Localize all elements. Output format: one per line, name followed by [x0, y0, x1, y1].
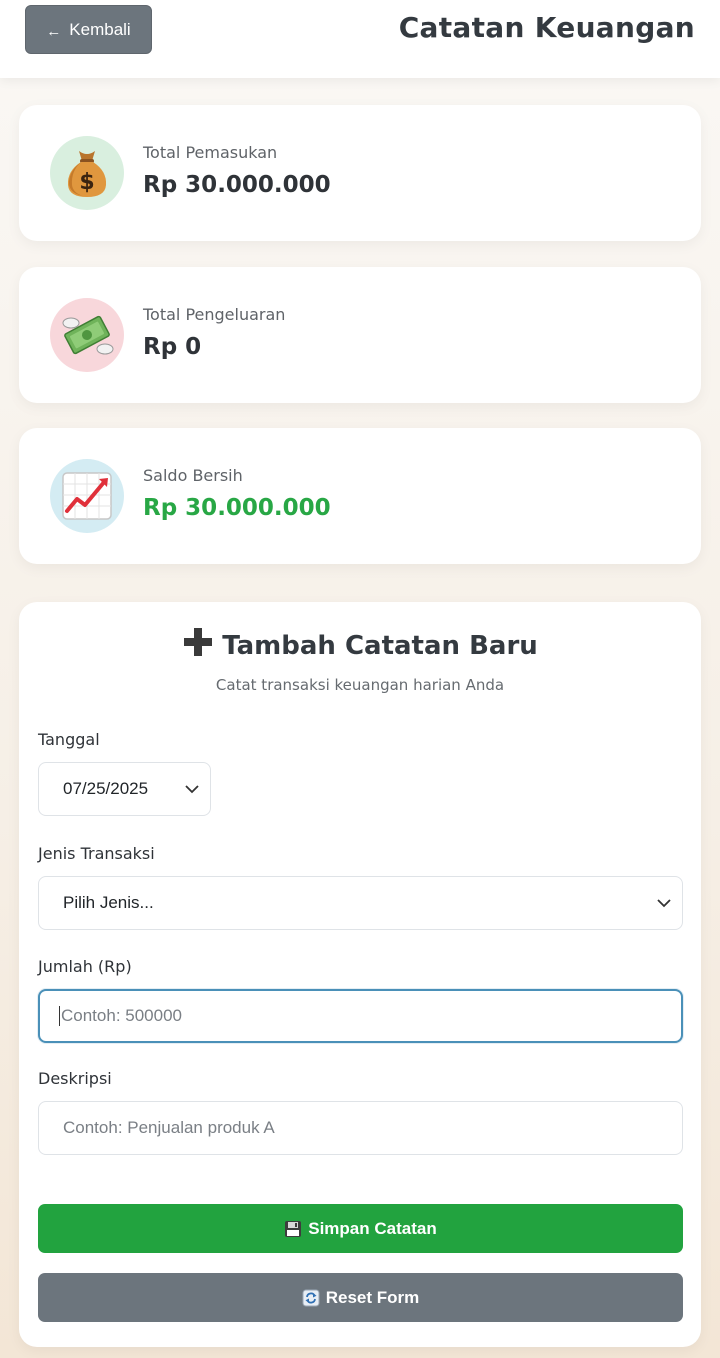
income-summary-card: $ Total Pemasukan Rp 30.000.000: [19, 105, 701, 241]
description-label: Deskripsi: [38, 1069, 112, 1088]
income-value: Rp 30.000.000: [143, 172, 331, 198]
date-value: 07/25/2025: [63, 779, 149, 798]
form-title-row: Tambah Catatan Baru: [19, 626, 701, 665]
transaction-type-label: Jenis Transaksi: [38, 844, 155, 863]
balance-value: Rp 30.000.000: [143, 495, 331, 521]
expense-value: Rp 0: [143, 334, 202, 360]
description-placeholder: Contoh: Penjualan produk A: [63, 1118, 275, 1137]
amount-label: Jumlah (Rp): [38, 957, 132, 976]
reset-button[interactable]: Reset Form: [38, 1273, 683, 1322]
chevron-down-icon: [185, 785, 199, 794]
amount-input[interactable]: Contoh: 500000: [38, 989, 683, 1043]
back-button[interactable]: ← Kembali: [25, 5, 152, 54]
date-input[interactable]: 07/25/2025: [38, 762, 211, 816]
expense-label: Total Pengeluaran: [143, 305, 286, 324]
form-subtitle: Catat transaksi keuangan harian Anda: [215, 676, 505, 694]
svg-text:$: $: [79, 170, 94, 195]
top-header: ← Kembali Catatan Keuangan: [0, 0, 720, 78]
income-icon-circle: $: [50, 136, 124, 210]
text-caret: [59, 1006, 60, 1026]
expense-icon-circle: [50, 298, 124, 372]
date-label: Tanggal: [38, 730, 100, 749]
balance-icon-circle: [50, 459, 124, 533]
expense-summary-card: Total Pengeluaran Rp 0: [19, 267, 701, 403]
form-title: Tambah Catatan Baru: [222, 631, 538, 661]
floppy-disk-icon: [285, 1220, 302, 1237]
balance-summary-card: Saldo Bersih Rp 30.000.000: [19, 428, 701, 564]
chevron-down-icon: [657, 899, 671, 908]
reset-button-label: Reset Form: [325, 1287, 420, 1307]
chart-increasing-icon: [62, 472, 112, 520]
page-title: Catatan Keuangan: [398, 11, 695, 44]
transaction-type-select[interactable]: Pilih Jenis...: [38, 876, 683, 930]
add-record-form: Tambah Catatan Baru Catat transaksi keua…: [19, 602, 701, 1347]
income-label: Total Pemasukan: [143, 143, 278, 162]
amount-placeholder: Contoh: 500000: [61, 1006, 182, 1025]
back-button-label: Kembali: [69, 19, 131, 39]
description-input[interactable]: Contoh: Penjualan produk A: [38, 1101, 683, 1155]
transaction-type-value: Pilih Jenis...: [63, 893, 154, 912]
money-with-wings-icon: [62, 315, 114, 355]
left-arrow-icon: ←: [46, 23, 62, 40]
plus-icon: [182, 626, 214, 665]
save-button-label: Simpan Catatan: [308, 1218, 437, 1238]
balance-label: Saldo Bersih: [143, 466, 243, 485]
refresh-icon: [302, 1289, 320, 1306]
money-bag-icon: $: [67, 151, 107, 197]
save-button[interactable]: Simpan Catatan: [38, 1204, 683, 1253]
